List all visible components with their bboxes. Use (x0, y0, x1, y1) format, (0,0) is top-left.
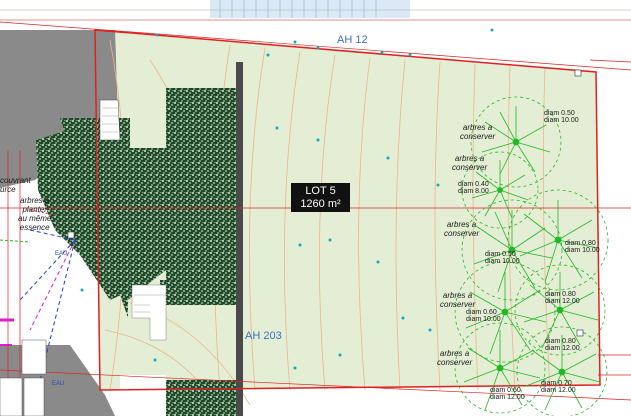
boundary-wall (236, 62, 243, 416)
north-road-strip (0, 0, 631, 21)
tree-dims-2: diam 0.40 diam 8.00 (458, 181, 489, 195)
site-plan: LOT 5 1260 m² AH 12 AH 203 arbres a cons… (0, 0, 631, 416)
tree-dims-9: diam 0.70 diam 12.00 (541, 380, 576, 394)
tree-note-2: arbres a conserver (452, 154, 488, 172)
tree-dims-3: diam 0.50 diam 10.00 (485, 251, 520, 265)
parcel-label-south: AH 203 (245, 330, 282, 342)
tree-dims-5: diam 0.60 diam 12.00 (490, 387, 525, 401)
left-note-planting: arbres a planter au même essence (18, 196, 52, 232)
lot-name: LOT 5 (305, 185, 336, 197)
tree-dims-6: diam 0.80 diam 10.00 (565, 240, 600, 254)
water-label-1: EAU (55, 251, 68, 257)
tree-note-3: arbres a conserver (444, 220, 480, 238)
tree-dims-4: diam 0.60 diam 10.00 (466, 309, 501, 323)
lot-label: LOT 5 1260 m² (291, 183, 350, 212)
tree-note-4: arbres a conserver (440, 291, 476, 309)
tree-dims-1: diam 0.50 diam 10.00 (544, 110, 579, 124)
parcel-label-north: AH 12 (337, 34, 368, 46)
tree-note-5: arbres a conserver (437, 349, 473, 367)
lot-area: 1260 m² (300, 198, 341, 210)
tree-note-1: arbres a conserver (460, 123, 496, 141)
tree-dims-8: diam 0.80 diam 12.00 (545, 338, 580, 352)
water-label-2: EAU (52, 381, 65, 387)
left-note-top: couvrant urce (0, 176, 31, 194)
tree-dims-7: diam 0.80 diam 12.00 (545, 291, 580, 305)
